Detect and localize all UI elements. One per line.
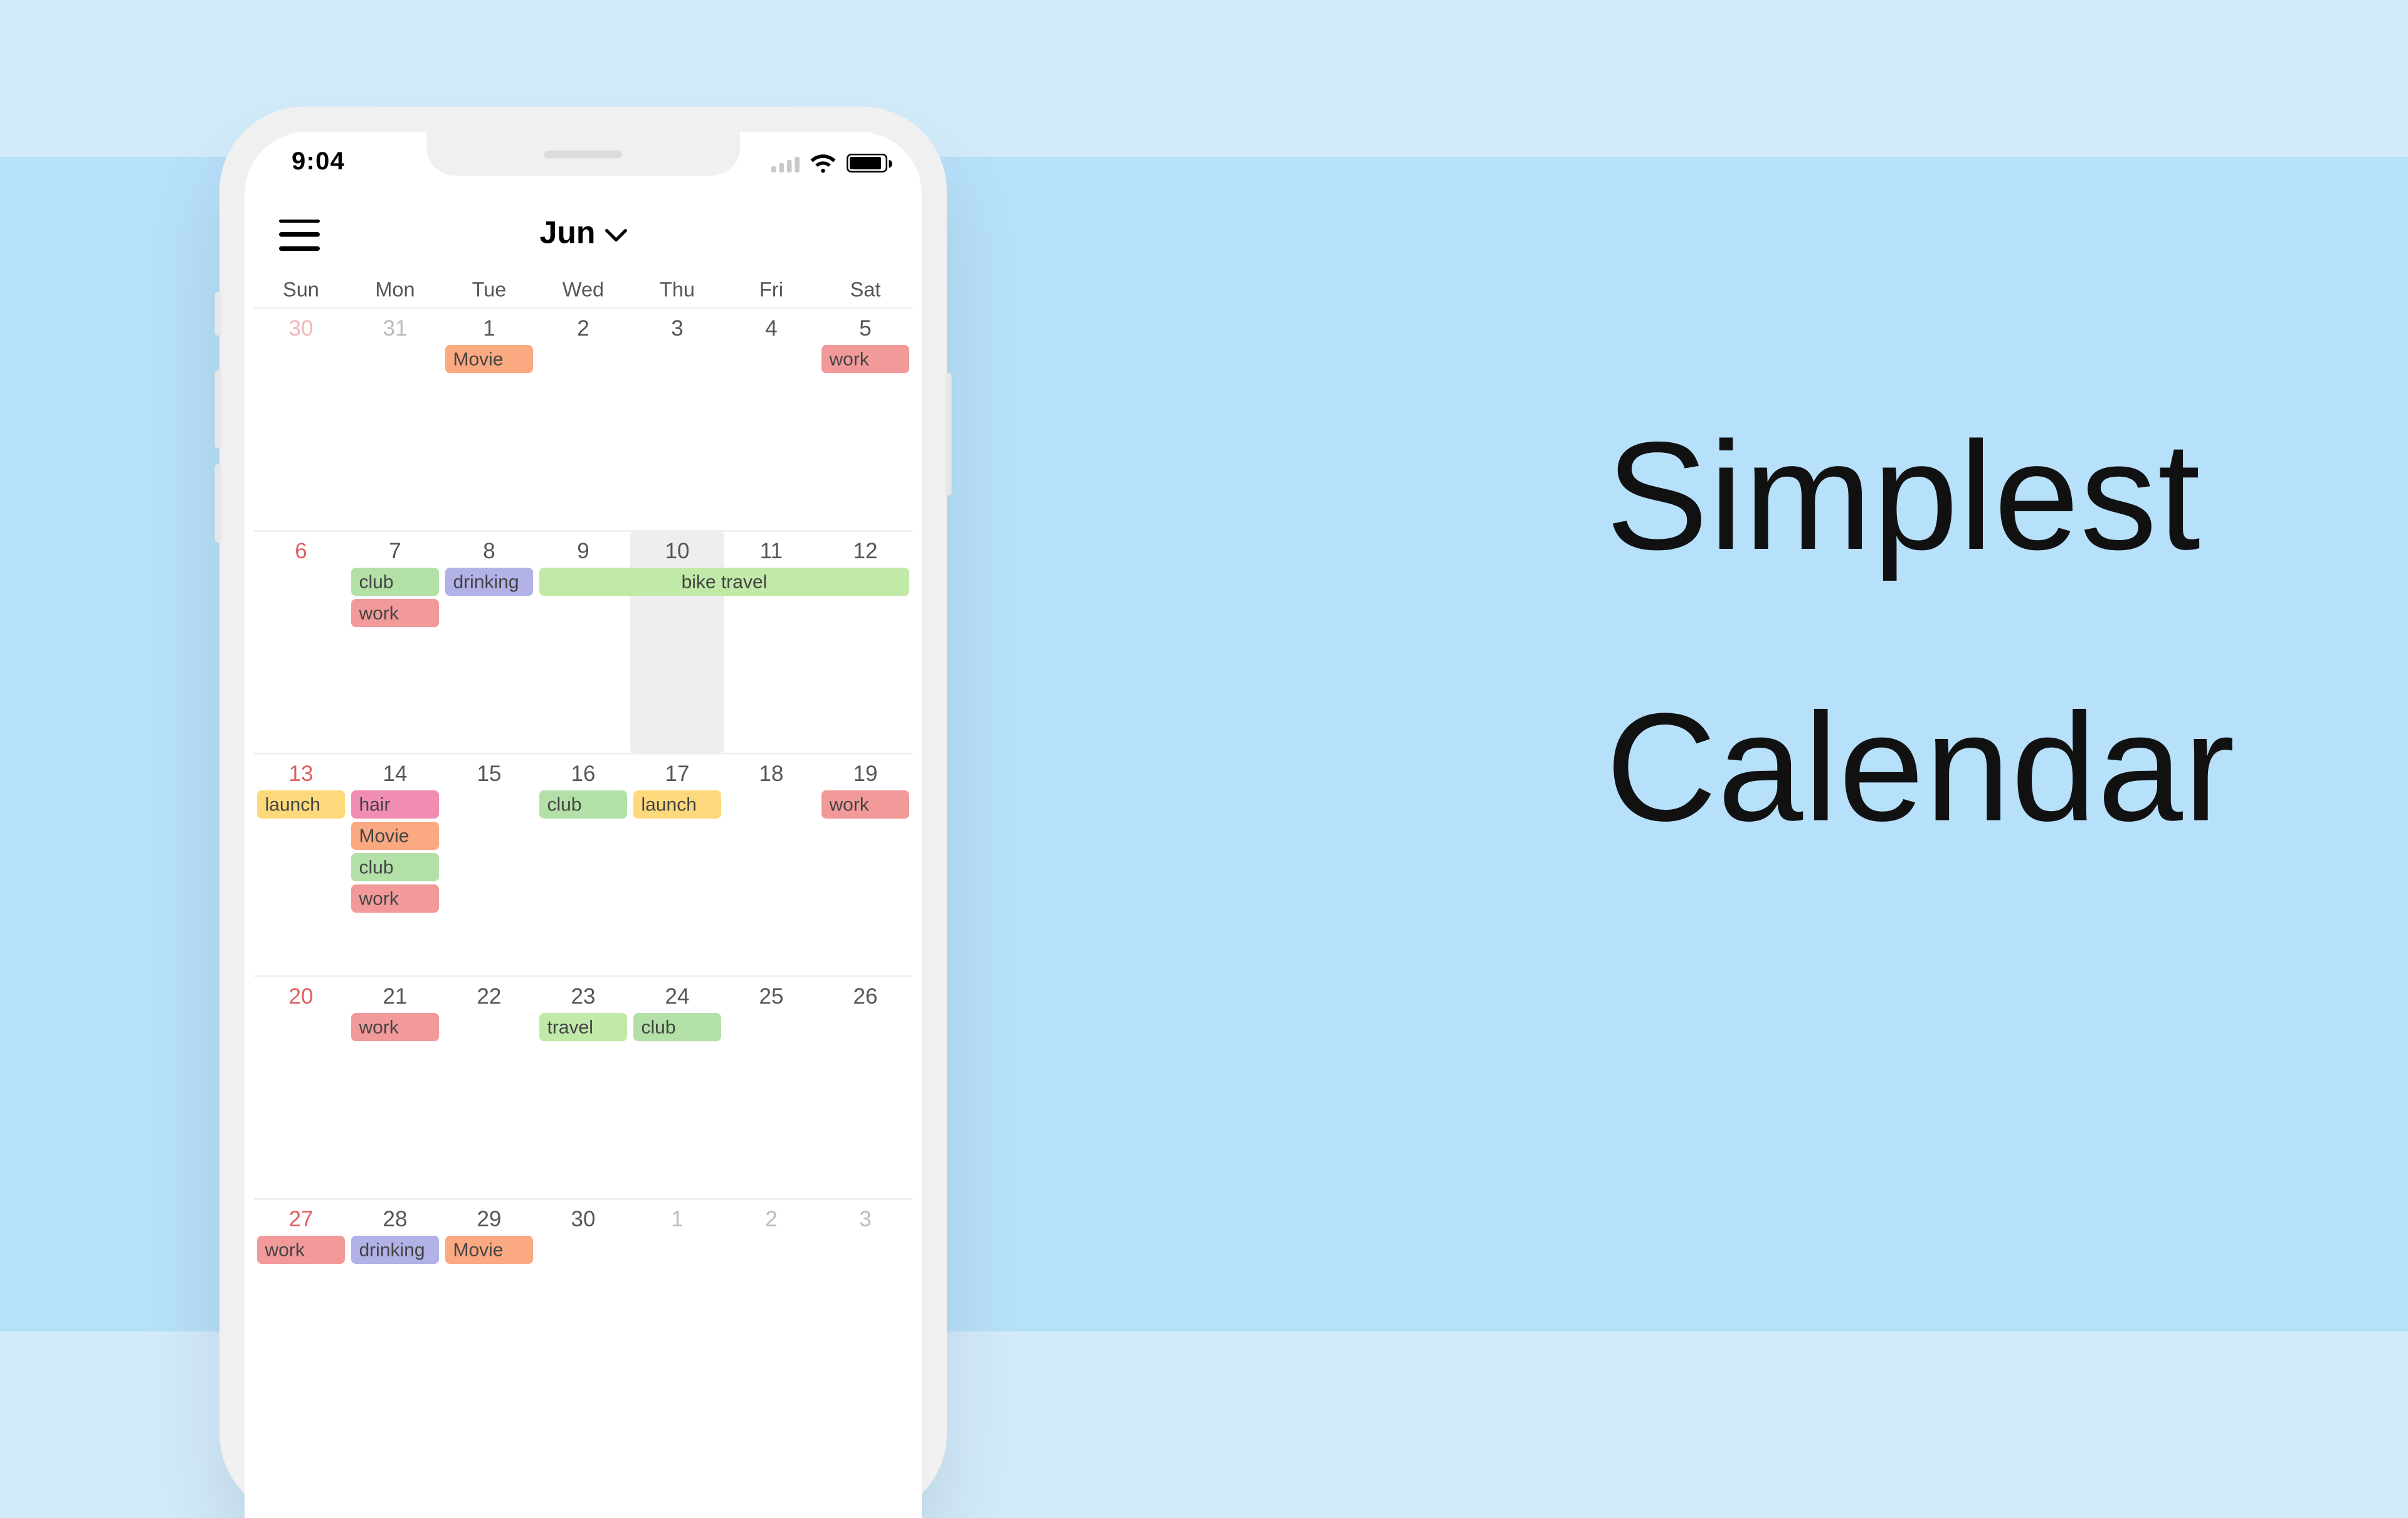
weekday-label: Sun [254,278,348,302]
phone-frame: 9:04 Jun [219,107,947,1518]
calendar-event[interactable]: club [351,568,439,596]
wifi-icon [809,153,837,174]
promo-line-1: Simplest [1606,408,2236,585]
phone-speaker [544,151,623,159]
calendar-event[interactable]: launch [257,790,345,819]
calendar-week: 13141516171819launchhairclublaunchworkMo… [254,753,912,975]
status-time: 9:04 [292,149,345,178]
calendar-event[interactable]: club [539,790,627,819]
calendar-event[interactable]: work [351,884,439,913]
calendar-event[interactable]: club [351,853,439,881]
day-number[interactable]: 27 [254,1200,348,1234]
calendar-week: 303112345 Movie work [254,307,912,530]
calendar-event[interactable]: work [351,599,439,627]
calendar-event[interactable]: drinking [351,1236,439,1264]
calendar-week: 6789101112 clubdrinkingbike travel work [254,530,912,753]
calendar-event[interactable]: travel [539,1013,627,1041]
cellular-icon [771,154,800,172]
day-number[interactable]: 11 [724,532,818,566]
day-number[interactable]: 30 [254,309,348,344]
day-number[interactable]: 5 [818,309,912,344]
calendar-event[interactable]: bike travel [539,568,909,596]
day-number[interactable]: 2 [724,1200,818,1234]
calendar-event[interactable]: Movie [351,822,439,850]
day-number[interactable]: 6 [254,532,348,566]
battery-icon [847,154,887,172]
day-number[interactable]: 25 [724,977,818,1012]
calendar-event[interactable]: club [633,1013,721,1041]
weekday-label: Sat [818,278,912,302]
month-picker[interactable]: Jun [320,216,847,253]
weekday-label: Tue [442,278,536,302]
day-number[interactable]: 15 [442,755,536,789]
calendar-event[interactable]: Movie [445,1236,533,1264]
phone-power-button [946,373,952,496]
day-number[interactable]: 19 [818,755,912,789]
weekday-label: Wed [536,278,630,302]
weekday-label: Fri [724,278,818,302]
day-number[interactable]: 29 [442,1200,536,1234]
calendar-event[interactable]: work [257,1236,345,1264]
chevron-down-icon [605,226,626,242]
day-number[interactable]: 2 [536,309,630,344]
day-number[interactable]: 7 [348,532,442,566]
day-number[interactable]: 24 [630,977,724,1012]
day-number[interactable]: 31 [348,309,442,344]
day-number[interactable]: 21 [348,977,442,1012]
calendar-event[interactable]: Movie [445,345,533,373]
day-number[interactable]: 1 [630,1200,724,1234]
promo-line-2: Calendar [1606,679,2236,857]
day-number[interactable]: 22 [442,977,536,1012]
calendar-grid[interactable]: 303112345Moviework6789101112clubdrinking… [254,307,912,1355]
calendar-week: 20212223242526 work travelclub [254,975,912,1198]
day-number[interactable]: 18 [724,755,818,789]
weekday-header: SunMonTueWedThuFriSat [254,268,912,308]
day-number[interactable]: 3 [818,1200,912,1234]
day-number[interactable]: 12 [818,532,912,566]
calendar-event[interactable]: drinking [445,568,533,596]
calendar-event[interactable]: work [821,345,909,373]
day-number[interactable]: 8 [442,532,536,566]
phone-volume-down [215,464,221,543]
phone-volume-up [215,370,221,449]
calendar-event[interactable]: work [351,1013,439,1041]
day-number[interactable]: 10 [630,532,724,566]
weekday-label: Thu [630,278,724,302]
calendar-event[interactable]: launch [633,790,721,819]
day-number[interactable]: 26 [818,977,912,1012]
phone-mute-switch [215,292,221,336]
app-header: Jun [245,194,922,268]
promo-text: Simplest Calendar [1606,408,2236,856]
day-number[interactable]: 4 [724,309,818,344]
day-number[interactable]: 28 [348,1200,442,1234]
phone-screen: 9:04 Jun [245,132,922,1518]
calendar-event[interactable]: hair [351,790,439,819]
phone-notch [426,132,740,176]
day-number[interactable]: 14 [348,755,442,789]
calendar: SunMonTueWedThuFriSat 303112345Moviework… [245,268,922,1356]
day-number[interactable]: 23 [536,977,630,1012]
day-number[interactable]: 30 [536,1200,630,1234]
calendar-event[interactable]: work [821,790,909,819]
hamburger-menu-icon[interactable] [279,219,320,250]
day-number[interactable]: 20 [254,977,348,1012]
month-label: Jun [540,216,596,253]
day-number[interactable]: 17 [630,755,724,789]
day-number[interactable]: 16 [536,755,630,789]
day-number[interactable]: 1 [442,309,536,344]
day-number[interactable]: 13 [254,755,348,789]
day-number[interactable]: 3 [630,309,724,344]
day-number[interactable]: 9 [536,532,630,566]
calendar-week: 27282930123 workdrinkingMovie [254,1198,912,1355]
weekday-label: Mon [348,278,442,302]
